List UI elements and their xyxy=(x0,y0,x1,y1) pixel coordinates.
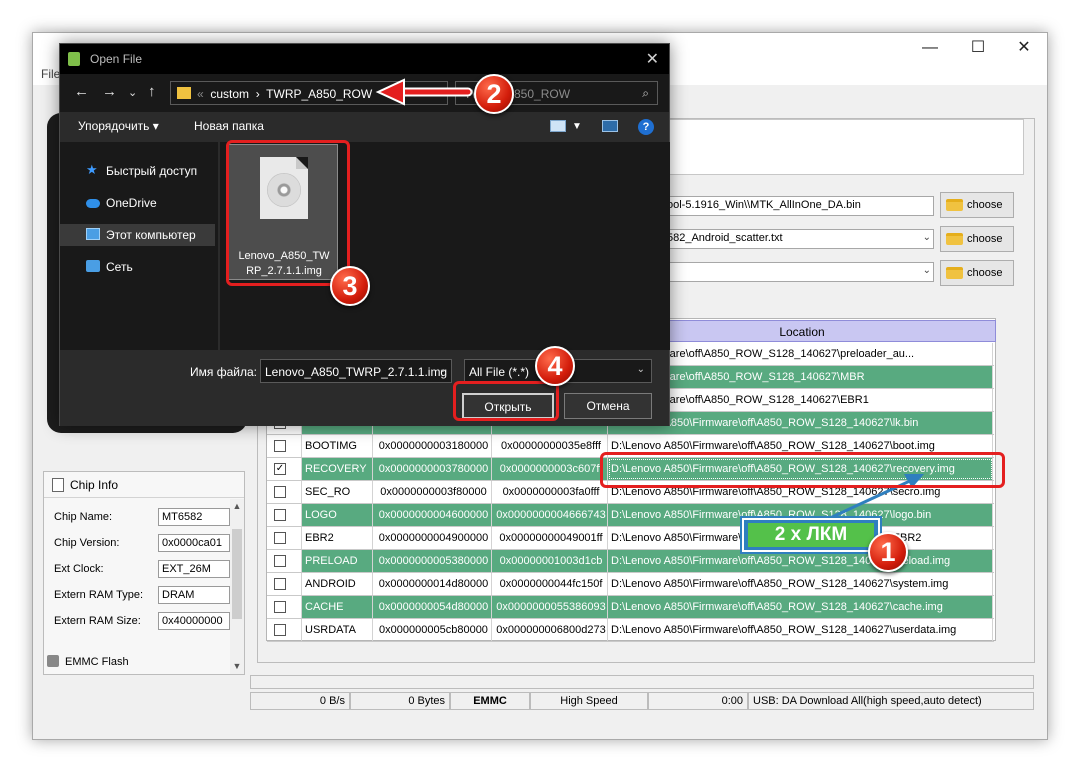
red-arrow-to-address xyxy=(375,78,473,106)
highlight-open-button xyxy=(453,381,559,421)
step-badge-4: 4 xyxy=(535,346,575,386)
step-badge-2: 2 xyxy=(474,74,514,114)
double-click-text: 2 х ЛКМ xyxy=(748,523,874,547)
highlight-recovery-location xyxy=(600,452,1005,488)
step-badge-1: 1 xyxy=(868,532,908,572)
step-badge-3: 3 xyxy=(330,266,370,306)
highlight-file-tile xyxy=(226,140,350,286)
double-click-label: 2 х ЛКМ xyxy=(742,518,880,552)
